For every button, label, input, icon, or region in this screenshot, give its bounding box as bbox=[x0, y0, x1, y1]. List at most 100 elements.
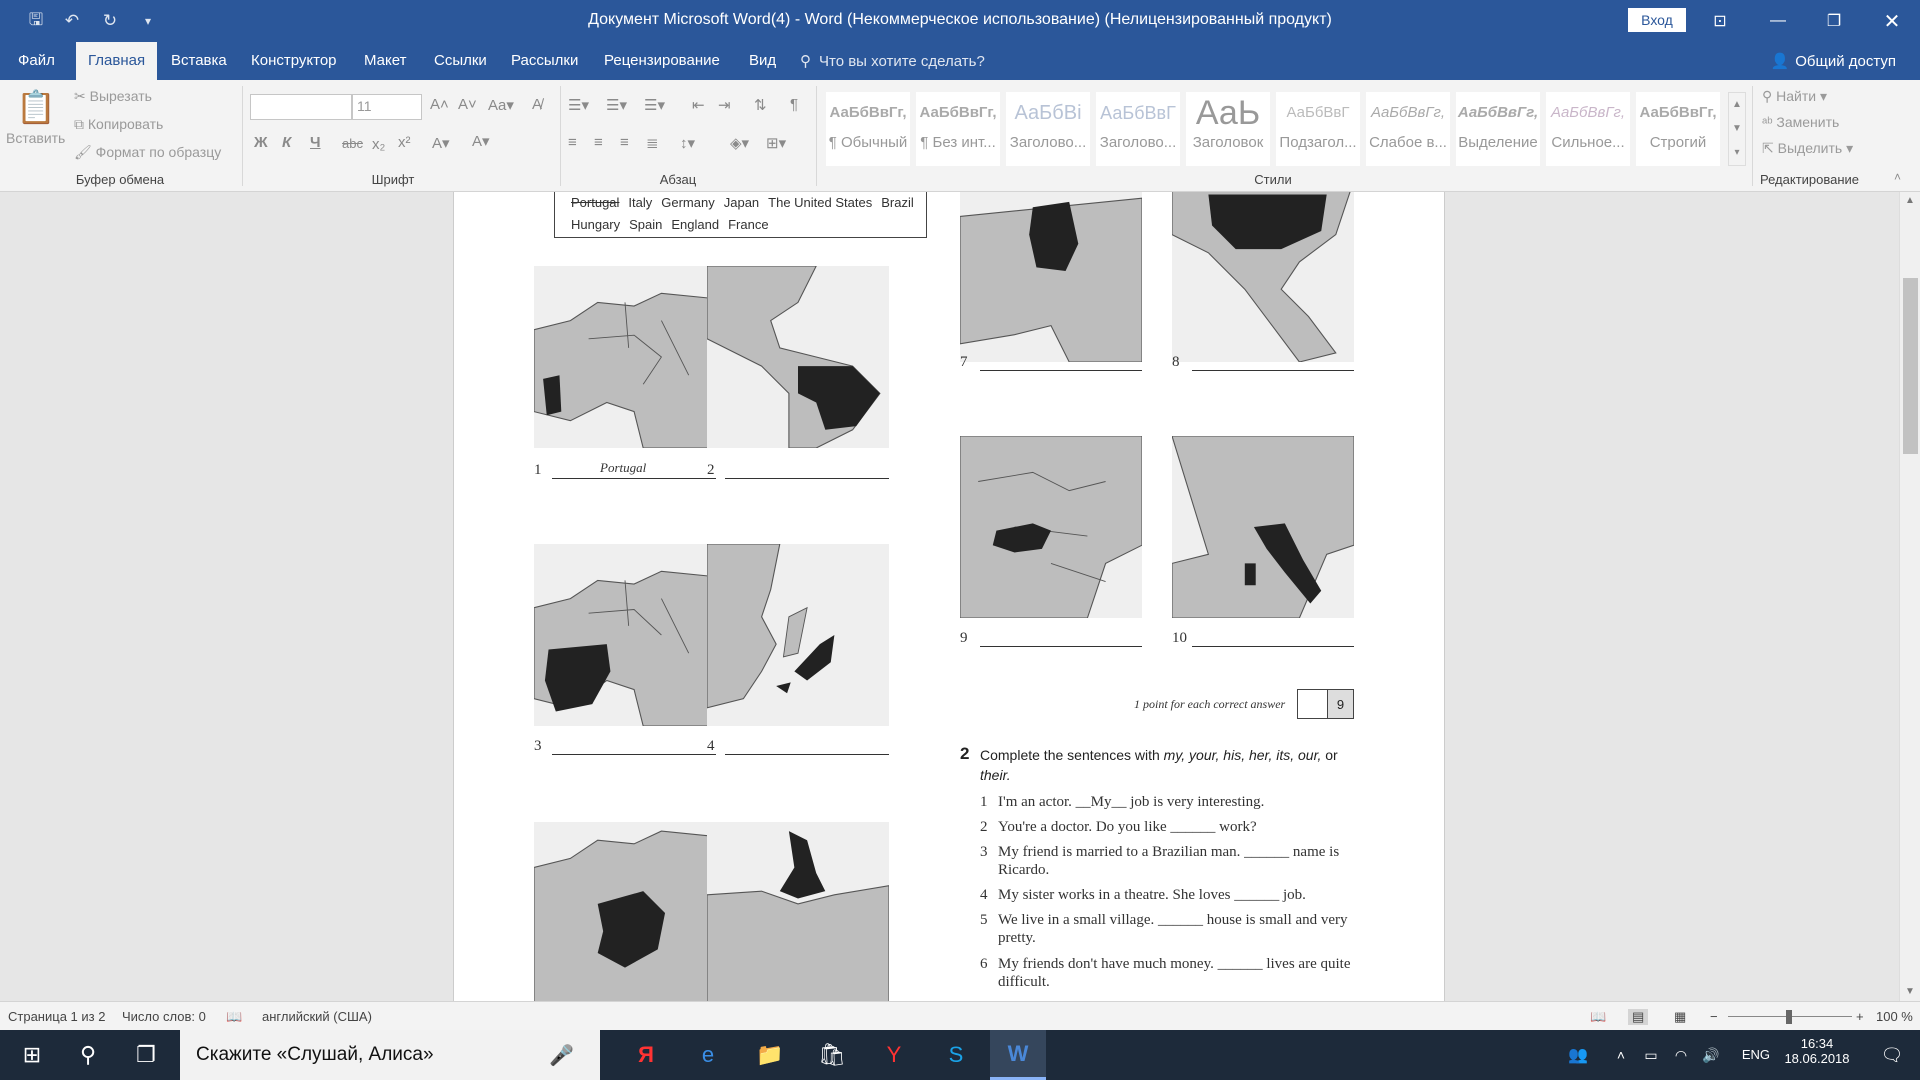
yandex-app-icon[interactable]: Я bbox=[618, 1030, 674, 1080]
increase-indent-icon[interactable]: ⇥ bbox=[718, 96, 731, 114]
change-case-icon[interactable]: Aa▾ bbox=[488, 96, 514, 114]
superscript-button[interactable]: x² bbox=[398, 134, 411, 151]
scroll-down-arrow[interactable]: ▼ bbox=[1900, 983, 1920, 1001]
show-marks-icon[interactable]: ¶ bbox=[790, 96, 798, 113]
file-explorer-icon[interactable]: 📁 bbox=[742, 1030, 798, 1080]
select-button[interactable]: ⇱ Выделить ▾ bbox=[1762, 140, 1853, 157]
clock[interactable]: 16:34 18.06.2018 bbox=[1772, 1036, 1862, 1066]
strikethrough-button[interactable]: abc bbox=[342, 136, 363, 151]
borders-icon[interactable]: ⊞▾ bbox=[766, 134, 786, 152]
web-layout-icon[interactable]: ▦ bbox=[1674, 1009, 1686, 1025]
zoom-level[interactable]: 100 % bbox=[1876, 1009, 1913, 1024]
scroll-up-arrow[interactable]: ▲ bbox=[1900, 192, 1920, 210]
style-subtle-emphasis[interactable]: АаБбВвГг, Слабое в... bbox=[1366, 92, 1450, 166]
tab-file[interactable]: Файл bbox=[6, 42, 67, 80]
tab-view[interactable]: Вид bbox=[737, 42, 788, 80]
subscript-button[interactable]: x₂ bbox=[372, 136, 385, 153]
page-count[interactable]: Страница 1 из 2 bbox=[8, 1009, 105, 1024]
scroll-thumb[interactable] bbox=[1903, 278, 1918, 454]
word-taskbar-icon[interactable]: W bbox=[990, 1030, 1046, 1080]
cut-button[interactable]: ✂ Вырезать bbox=[74, 88, 152, 105]
italic-button[interactable]: К bbox=[282, 134, 291, 151]
show-hidden-icons-icon[interactable]: ˄ bbox=[1606, 1030, 1636, 1080]
tell-me-box[interactable]: ⚲ Что вы хотите сделать? bbox=[800, 42, 985, 80]
find-button[interactable]: ⚲ Найти ▾ bbox=[1762, 88, 1827, 105]
bullets-icon[interactable]: ☰▾ bbox=[568, 96, 589, 114]
input-language[interactable]: ENG bbox=[1742, 1047, 1770, 1062]
task-view-icon[interactable]: ❐ bbox=[118, 1030, 174, 1080]
skype-icon[interactable]: S bbox=[928, 1030, 984, 1080]
underline-button[interactable]: Ч bbox=[310, 134, 321, 151]
close-button[interactable]: ✕ bbox=[1864, 0, 1920, 42]
tab-review[interactable]: Рецензирование bbox=[592, 42, 732, 80]
zoom-in-button[interactable]: + bbox=[1856, 1009, 1864, 1024]
sort-icon[interactable]: ⇅ bbox=[754, 96, 767, 114]
people-icon[interactable]: 👥 bbox=[1560, 1030, 1596, 1080]
style-normal[interactable]: АаБбВвГг, ¶ Обычный bbox=[826, 92, 910, 166]
volume-icon[interactable]: 🔊 bbox=[1696, 1030, 1726, 1080]
collapse-ribbon-icon[interactable]: ˄ bbox=[1894, 170, 1901, 184]
edge-icon[interactable]: e bbox=[680, 1030, 736, 1080]
battery-icon[interactable]: ▭ bbox=[1636, 1030, 1666, 1080]
proofing-icon[interactable]: 📖 bbox=[226, 1009, 242, 1025]
language[interactable]: английский (США) bbox=[262, 1009, 372, 1024]
word-count[interactable]: Число слов: 0 bbox=[122, 1009, 206, 1024]
action-center-icon[interactable]: 🗨 bbox=[1870, 1030, 1914, 1080]
format-painter-button[interactable]: 🖌 Формат по образцу bbox=[74, 144, 221, 161]
store-icon[interactable]: 🛍 bbox=[804, 1030, 860, 1080]
line-spacing-icon[interactable]: ↕▾ bbox=[680, 134, 695, 152]
search-icon[interactable]: ⚲ bbox=[60, 1030, 116, 1080]
yandex-browser-icon[interactable]: Y bbox=[866, 1030, 922, 1080]
copy-button[interactable]: ⧉ Копировать bbox=[74, 116, 163, 133]
font-name-combo[interactable] bbox=[250, 94, 352, 120]
style-subtitle[interactable]: АаБбВвГ Подзагол... bbox=[1276, 92, 1360, 166]
multilevel-list-icon[interactable]: ☰▾ bbox=[644, 96, 665, 114]
ribbon-display-options-icon[interactable]: ⊡ bbox=[1692, 0, 1748, 42]
highlight-icon[interactable]: A▾ bbox=[472, 132, 490, 150]
paste-button[interactable]: Вставить bbox=[6, 130, 65, 146]
numbering-icon[interactable]: ☰▾ bbox=[606, 96, 627, 114]
minimize-button[interactable]: — bbox=[1750, 0, 1806, 42]
style-title[interactable]: АаЬ Заголовок bbox=[1186, 92, 1270, 166]
print-layout-icon[interactable]: ▤ bbox=[1628, 1009, 1649, 1025]
tab-home[interactable]: Главная bbox=[76, 42, 158, 80]
document-page[interactable]: Portugal Italy Germany Japan The United Stat… bbox=[453, 192, 1445, 1001]
justify-icon[interactable]: ≣ bbox=[646, 134, 659, 152]
text-effects-icon[interactable]: A▾ bbox=[432, 134, 450, 152]
sign-in-button[interactable]: Вход bbox=[1628, 8, 1686, 32]
style-no-spacing[interactable]: АаБбВвГг, ¶ Без инт... bbox=[916, 92, 1000, 166]
tab-mailings[interactable]: Рассылки bbox=[499, 42, 590, 80]
shading-icon[interactable]: ◈▾ bbox=[730, 134, 749, 152]
vertical-scrollbar[interactable]: ▲ ▼ bbox=[1899, 192, 1920, 1001]
tab-design[interactable]: Конструктор bbox=[239, 42, 349, 80]
microphone-icon[interactable]: 🎤 bbox=[549, 1043, 574, 1068]
style-emphasis[interactable]: АаБбВвГг, Выделение bbox=[1456, 92, 1540, 166]
font-size-combo[interactable]: 11 bbox=[352, 94, 422, 120]
cortana-search-box[interactable]: Скажите «Слушай, Алиса» 🎤 bbox=[180, 1030, 600, 1080]
style-intense-emphasis[interactable]: АаБбВвГг, Сильное... bbox=[1546, 92, 1630, 166]
share-button[interactable]: 👤 Общий доступ bbox=[1771, 42, 1896, 80]
maximize-button[interactable]: ❐ bbox=[1806, 0, 1862, 42]
zoom-slider-thumb[interactable] bbox=[1786, 1010, 1792, 1024]
wifi-icon[interactable]: ◠ bbox=[1666, 1030, 1696, 1080]
grow-font-icon[interactable]: A˄ bbox=[430, 96, 449, 113]
style-heading2[interactable]: АаБбВвГ Заголово... bbox=[1096, 92, 1180, 166]
style-strong[interactable]: АаБбВвГг, Строгий bbox=[1636, 92, 1720, 166]
shrink-font-icon[interactable]: A˅ bbox=[458, 96, 477, 113]
tab-layout[interactable]: Макет bbox=[352, 42, 418, 80]
decrease-indent-icon[interactable]: ⇤ bbox=[692, 96, 705, 114]
style-heading1[interactable]: АаБбВі Заголово... bbox=[1006, 92, 1090, 166]
clear-formatting-icon[interactable]: A̸ bbox=[532, 96, 542, 113]
styles-gallery-scroll[interactable]: ▲ ▼ ▾ bbox=[1728, 92, 1746, 166]
start-button[interactable]: ⊞ bbox=[4, 1030, 60, 1080]
read-mode-icon[interactable]: 📖 bbox=[1590, 1009, 1606, 1025]
replace-button[interactable]: ᵃᵇ Заменить bbox=[1762, 114, 1839, 130]
paste-icon[interactable]: 📋 bbox=[6, 88, 66, 126]
tab-insert[interactable]: Вставка bbox=[159, 42, 239, 80]
zoom-out-button[interactable]: − bbox=[1710, 1009, 1718, 1024]
bold-button[interactable]: Ж bbox=[254, 134, 268, 151]
align-left-icon[interactable]: ≡ bbox=[568, 134, 577, 151]
tab-references[interactable]: Ссылки bbox=[422, 42, 499, 80]
align-right-icon[interactable]: ≡ bbox=[620, 134, 629, 151]
align-center-icon[interactable]: ≡ bbox=[594, 134, 603, 151]
